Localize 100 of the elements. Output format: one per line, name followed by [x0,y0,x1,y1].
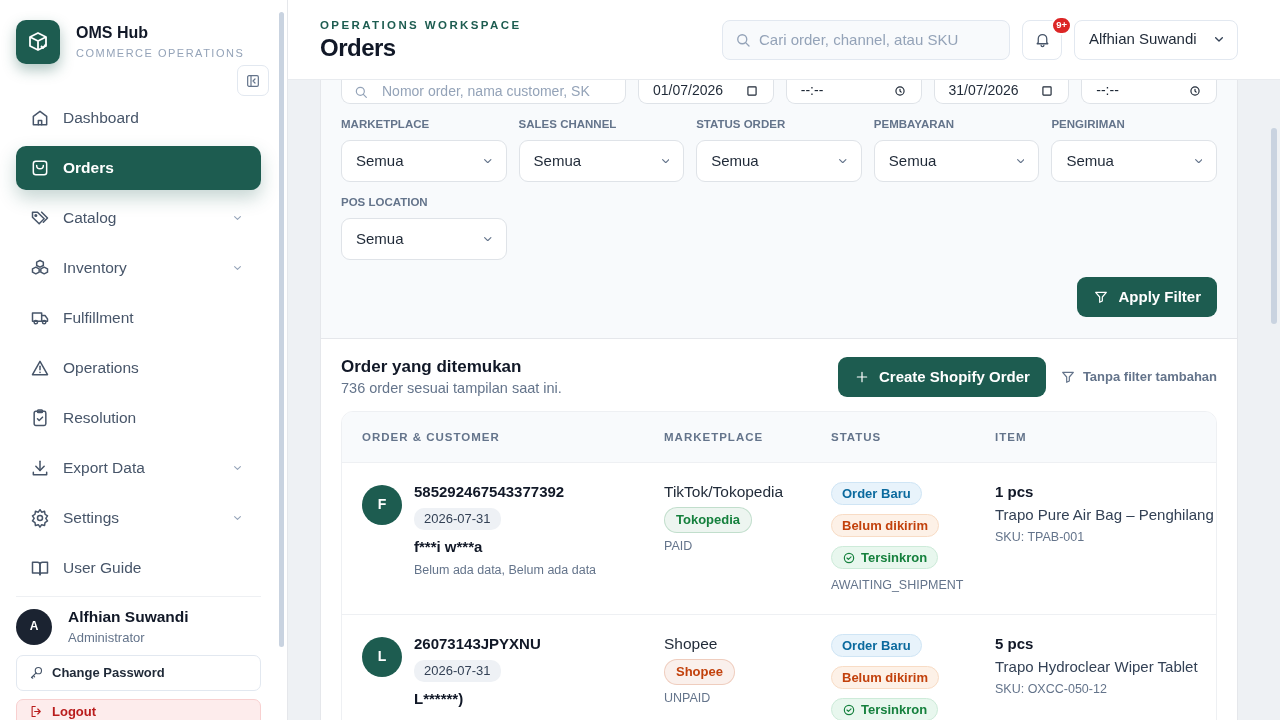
chevron-down-icon [839,158,847,164]
status-pill: Tersinkron [831,698,939,720]
column-header: ORDER & CUSTOMER [361,429,501,445]
customer-name: L******) [414,690,465,710]
raw-status: AWAITING_SHIPMENT [831,578,965,594]
nav-item[interactable]: Inventory [16,246,261,290]
filter-icon [1059,369,1076,385]
channel-tag: Shopee [664,659,735,686]
logo-icon [16,20,60,64]
customer-address: Belum ada data, Belum ada data [414,563,597,579]
calendar-icon [744,83,759,98]
status-pill: Belum dikirim [831,514,939,538]
clock-icon [1188,83,1202,98]
time-field[interactable]: --:-- [785,80,922,104]
item-name: Trapo Pure Air Bag – Penghilang [995,506,1214,525]
warning-icon [30,358,50,378]
results-title: Order yang ditemukan [341,357,523,377]
item-sku: SKU: TPAB-001 [995,529,1086,546]
item-quantity: 1 pcs [995,482,1035,503]
bag-icon [30,158,50,178]
select-field[interactable]: Semua [341,218,507,260]
channel-tag: Tokopedia [664,507,753,534]
order-date: 2026-07-31 [414,660,501,683]
customer-name: f***i w***a [414,538,484,558]
scrollbar[interactable] [1271,128,1277,324]
item-quantity: 5 pcs [995,634,1035,655]
check-circle-icon [842,702,856,717]
calendar-icon [1040,83,1055,98]
select-field[interactable]: Semua [518,140,685,182]
select-field[interactable]: Semua [696,140,862,182]
nav-item[interactable]: Resolution [16,396,261,440]
nav-item[interactable]: Settings [16,496,261,540]
nav-item[interactable]: Export Data [16,446,261,490]
chevron-down-icon [1016,158,1025,164]
status-pill: Order Baru [831,634,922,658]
date-field[interactable]: 01/07/2026 [638,80,774,104]
download-icon [30,458,50,478]
scrollbar[interactable] [279,12,284,647]
filter-note: Tanpa filter tambahan [1082,368,1217,386]
status-pill: Belum dikirim [831,666,939,690]
plus-icon [854,369,870,385]
boxes-icon [30,258,50,278]
select-field[interactable]: Semua [873,140,1040,182]
collapse-icon [245,72,261,89]
avatar: F [362,485,402,526]
select-field[interactable]: Semua [341,140,507,182]
notification-badge: 9+ [1051,15,1072,35]
filter-label: MARKETPLACE [341,117,431,131]
order-id: 585292467543377392 [414,482,566,503]
payment-status: PAID [664,539,694,555]
change-password-button[interactable]: Change Password [16,654,261,691]
house-icon [30,108,50,128]
status-pill: Tersinkron [831,546,939,570]
nav-item[interactable]: Operations [16,346,261,390]
user-menu-button[interactable]: Alfhian Suwandi [1074,19,1238,60]
nav-item[interactable]: User Guide [16,546,261,590]
item-sku: SKU: OXCC-050-12 [995,681,1108,698]
filter-label: PENGIRIMAN [1051,117,1126,131]
avatar: A [16,608,52,645]
marketplace-name: Shopee [664,634,719,655]
settings-icon [30,508,50,528]
book-icon [30,558,50,578]
filter-label: SALES CHANNEL [518,117,618,131]
check-circle-icon [842,550,856,565]
select-field[interactable]: Semua [1051,140,1217,182]
filter-icon [1093,289,1110,305]
search-field[interactable]: Cari order, channel, atau SKU [722,19,1010,60]
filter-label: PEMBAYARAN [873,117,956,131]
nav-item[interactable]: Orders [16,146,261,190]
nav-item[interactable]: Dashboard [16,96,261,140]
chevron-down-icon [661,158,670,164]
chevron-down-icon [1194,158,1202,164]
collapse-sidebar-button[interactable] [237,65,269,96]
results-subtitle: 736 order sesuai tampilan saat ini. [341,379,562,398]
item-name: Trapo Hydroclear Wiper Tablet [995,658,1198,677]
nav-item[interactable]: Catalog [16,196,261,240]
user-name: Alfhian Suwandi [68,607,189,627]
time-field[interactable]: --:-- [1081,80,1217,104]
order-search-field[interactable]: Nomor order, nama customer, SK [341,80,626,104]
marketplace-name: TikTok/Tokopedia [664,482,785,503]
column-header: STATUS [831,429,883,445]
filter-label: STATUS ORDER [696,117,787,131]
chevron-down-icon [484,158,492,164]
filter-label: POS LOCATION [341,195,429,209]
column-header: MARKETPLACE [664,429,765,445]
chevron-down-icon [484,236,492,242]
status-pill: Order Baru [831,482,922,506]
apply-filter-button[interactable]: Apply Filter [1077,277,1217,317]
order-date: 2026-07-31 [414,508,501,531]
create-order-button[interactable]: Create Shopify Order [838,357,1046,397]
column-header: ITEM [995,429,1028,445]
page-eyebrow: OPERATIONS WORKSPACE [320,17,522,32]
brand-subtitle: COMMERCE OPERATIONS [76,47,245,61]
key-icon [29,665,44,681]
nav-item[interactable]: Fulfillment [16,296,261,340]
logout-icon [29,703,44,719]
clock-icon [892,83,907,98]
logout-button[interactable]: Logout [16,698,261,720]
date-field[interactable]: 31/07/2026 [933,80,1070,104]
page-title: Orders [320,35,397,62]
